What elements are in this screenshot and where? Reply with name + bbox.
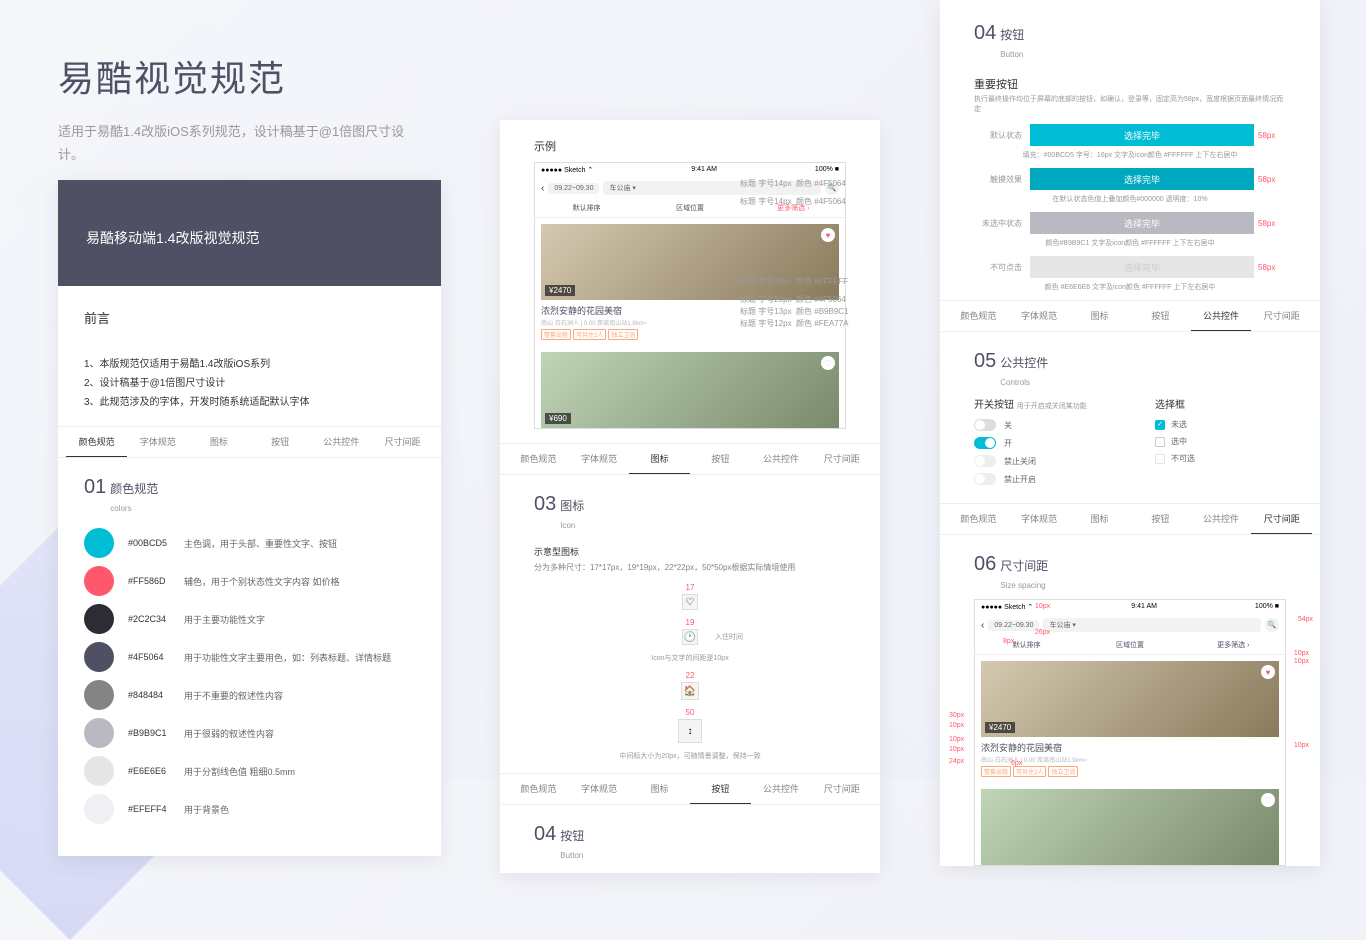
tab-spacing[interactable]: 尺寸间距 — [372, 427, 433, 457]
button-row: 触摸效果选择完毕58px — [974, 168, 1286, 190]
sample-button[interactable]: 选择完毕 — [1030, 212, 1254, 234]
sample-button[interactable]: 选择完毕 — [1030, 124, 1254, 146]
switch-toggle[interactable] — [974, 419, 996, 431]
header-block: 易酷视觉规范 适用于易酷1.4改版iOS系列规范，设计稿基于@1倍图尺寸设计。 — [58, 50, 458, 167]
tab-colors[interactable]: 颜色规范 — [66, 427, 127, 457]
switch-toggle[interactable] — [974, 437, 996, 449]
checkbox[interactable] — [1155, 420, 1165, 430]
heart-icon[interactable]: ♡ — [821, 356, 835, 370]
listing-tags: 整套出租可共住2人独立卫浴 — [535, 329, 845, 346]
card-colors: 易酷移动端1.4改版视觉规范 前言 1、本版规范仅适用于易酷1.4改版iOS系列… — [58, 180, 441, 856]
tab-controls[interactable]: 公共控件 — [311, 427, 372, 457]
section1-title: 01 颜色规范colors — [58, 458, 441, 522]
swatch-icon — [84, 642, 114, 672]
date-pill[interactable]: 09.22~09.30 — [548, 183, 599, 194]
swatch-icon — [84, 756, 114, 786]
main-title: 易酷视觉规范 — [58, 50, 458, 102]
section6-title: 06 尺寸间距Size spacing — [940, 535, 1320, 599]
tab-fonts[interactable]: 字体规范 — [127, 427, 188, 457]
section3-title: 03 图标Icon — [500, 475, 880, 539]
swatch-icon — [84, 680, 114, 710]
preface-rules: 1、本版规范仅适用于易酷1.4改版iOS系列 2、设计稿基于@1倍图尺寸设计 3… — [58, 349, 441, 426]
card-example: 示例 ●●●●● Sketch ⌃9:41 AM100% ■ ‹ 09.22~0… — [500, 120, 880, 873]
card1-header: 易酷移动端1.4改版视觉规范 — [58, 180, 441, 286]
switch-row: 禁止关闭 — [974, 455, 1105, 467]
tabs-1: 颜色规范 字体规范 图标 按钮 公共控件 尺寸间距 — [58, 426, 441, 458]
price-tag: ¥2470 — [545, 285, 575, 296]
tabs-2: 颜色规范字体规范 图标按钮 公共控件尺寸间距 — [500, 443, 880, 475]
sample-button[interactable]: 选择完毕 — [1030, 256, 1254, 278]
color-row: #848484用于不重要的叙述性内容 — [84, 680, 415, 710]
section4-title: 04 按钮Button — [940, 4, 1320, 68]
card-right: 04 按钮Button 重要按钮 执行最终操作均位于屏幕的底部的按钮，如确认，登… — [940, 0, 1320, 866]
color-row: #2C2C34用于主要功能性文字 — [84, 604, 415, 634]
color-row: #B9B9C1用于很弱的叙述性内容 — [84, 718, 415, 748]
spacing-phone: ●●●●● Sketch ⌃9:41 AM100% ■ ‹ 09.22~09.3… — [974, 599, 1286, 866]
swatch-icon — [84, 604, 114, 634]
color-row: #4F5064用于功能性文字主要用色，如：列表标题、详情标题 — [84, 642, 415, 672]
color-row: #FF586D辅色，用于个别状态性文字内容 如价格 — [84, 566, 415, 596]
sample-button[interactable]: 选择完毕 — [1030, 168, 1254, 190]
tabs-5: 颜色规范字体规范 图标按钮 公共控件尺寸间距 — [940, 503, 1320, 535]
checkbox-row: 选中 — [1155, 436, 1286, 447]
color-list: #00BCD5主色调，用于头部、重要性文字、按钮 #FF586D辅色，用于个别状态… — [58, 522, 441, 856]
switch-toggle — [974, 473, 996, 485]
example-label: 示例 — [500, 138, 880, 162]
tab-buttons[interactable]: 按钮 — [250, 427, 311, 457]
color-row: #EFEFF4用于背景色 — [84, 794, 415, 824]
switch-row: 关 — [974, 419, 1105, 431]
tabs-4: 颜色规范字体规范 图标按钮 公共控件尺寸间距 — [940, 300, 1320, 332]
button-row: 未选中状态选择完毕58px — [974, 212, 1286, 234]
color-row: #00BCD5主色调，用于头部、重要性文字、按钮 — [84, 528, 415, 558]
button-row: 不可点击选择完毕58px — [974, 256, 1286, 278]
section4-title-bottom: 04 按钮Button — [500, 805, 880, 873]
listing-image[interactable]: ♥ ¥2470 — [541, 224, 839, 300]
checkbox — [1155, 454, 1165, 464]
preface-title: 前言 — [58, 286, 441, 349]
main-subtitle: 适用于易酷1.4改版iOS系列规范，设计稿基于@1倍图尺寸设计。 — [58, 120, 418, 167]
swatch-icon — [84, 794, 114, 824]
tab-icons[interactable]: 图标 — [188, 427, 249, 457]
checkbox-row: 未选 — [1155, 419, 1286, 430]
switch-row: 禁止开启 — [974, 473, 1105, 485]
swatch-icon — [84, 718, 114, 748]
button-row: 默认状态选择完毕58px — [974, 124, 1286, 146]
section5-title: 05 公共控件Controls — [940, 332, 1320, 396]
listing-image-2[interactable]: ♡ ¥690 — [541, 352, 839, 428]
checkbox[interactable] — [1155, 437, 1165, 447]
back-icon[interactable]: ‹ — [541, 183, 544, 194]
switch-toggle — [974, 455, 996, 467]
swatch-icon — [84, 528, 114, 558]
checkbox-row: 不可选 — [1155, 453, 1286, 464]
color-row: #E6E6E6用于分割线色值 粗细0.5mm — [84, 756, 415, 786]
swatch-icon — [84, 566, 114, 596]
heart-icon[interactable]: ♥ — [821, 228, 835, 242]
switch-row: 开 — [974, 437, 1105, 449]
